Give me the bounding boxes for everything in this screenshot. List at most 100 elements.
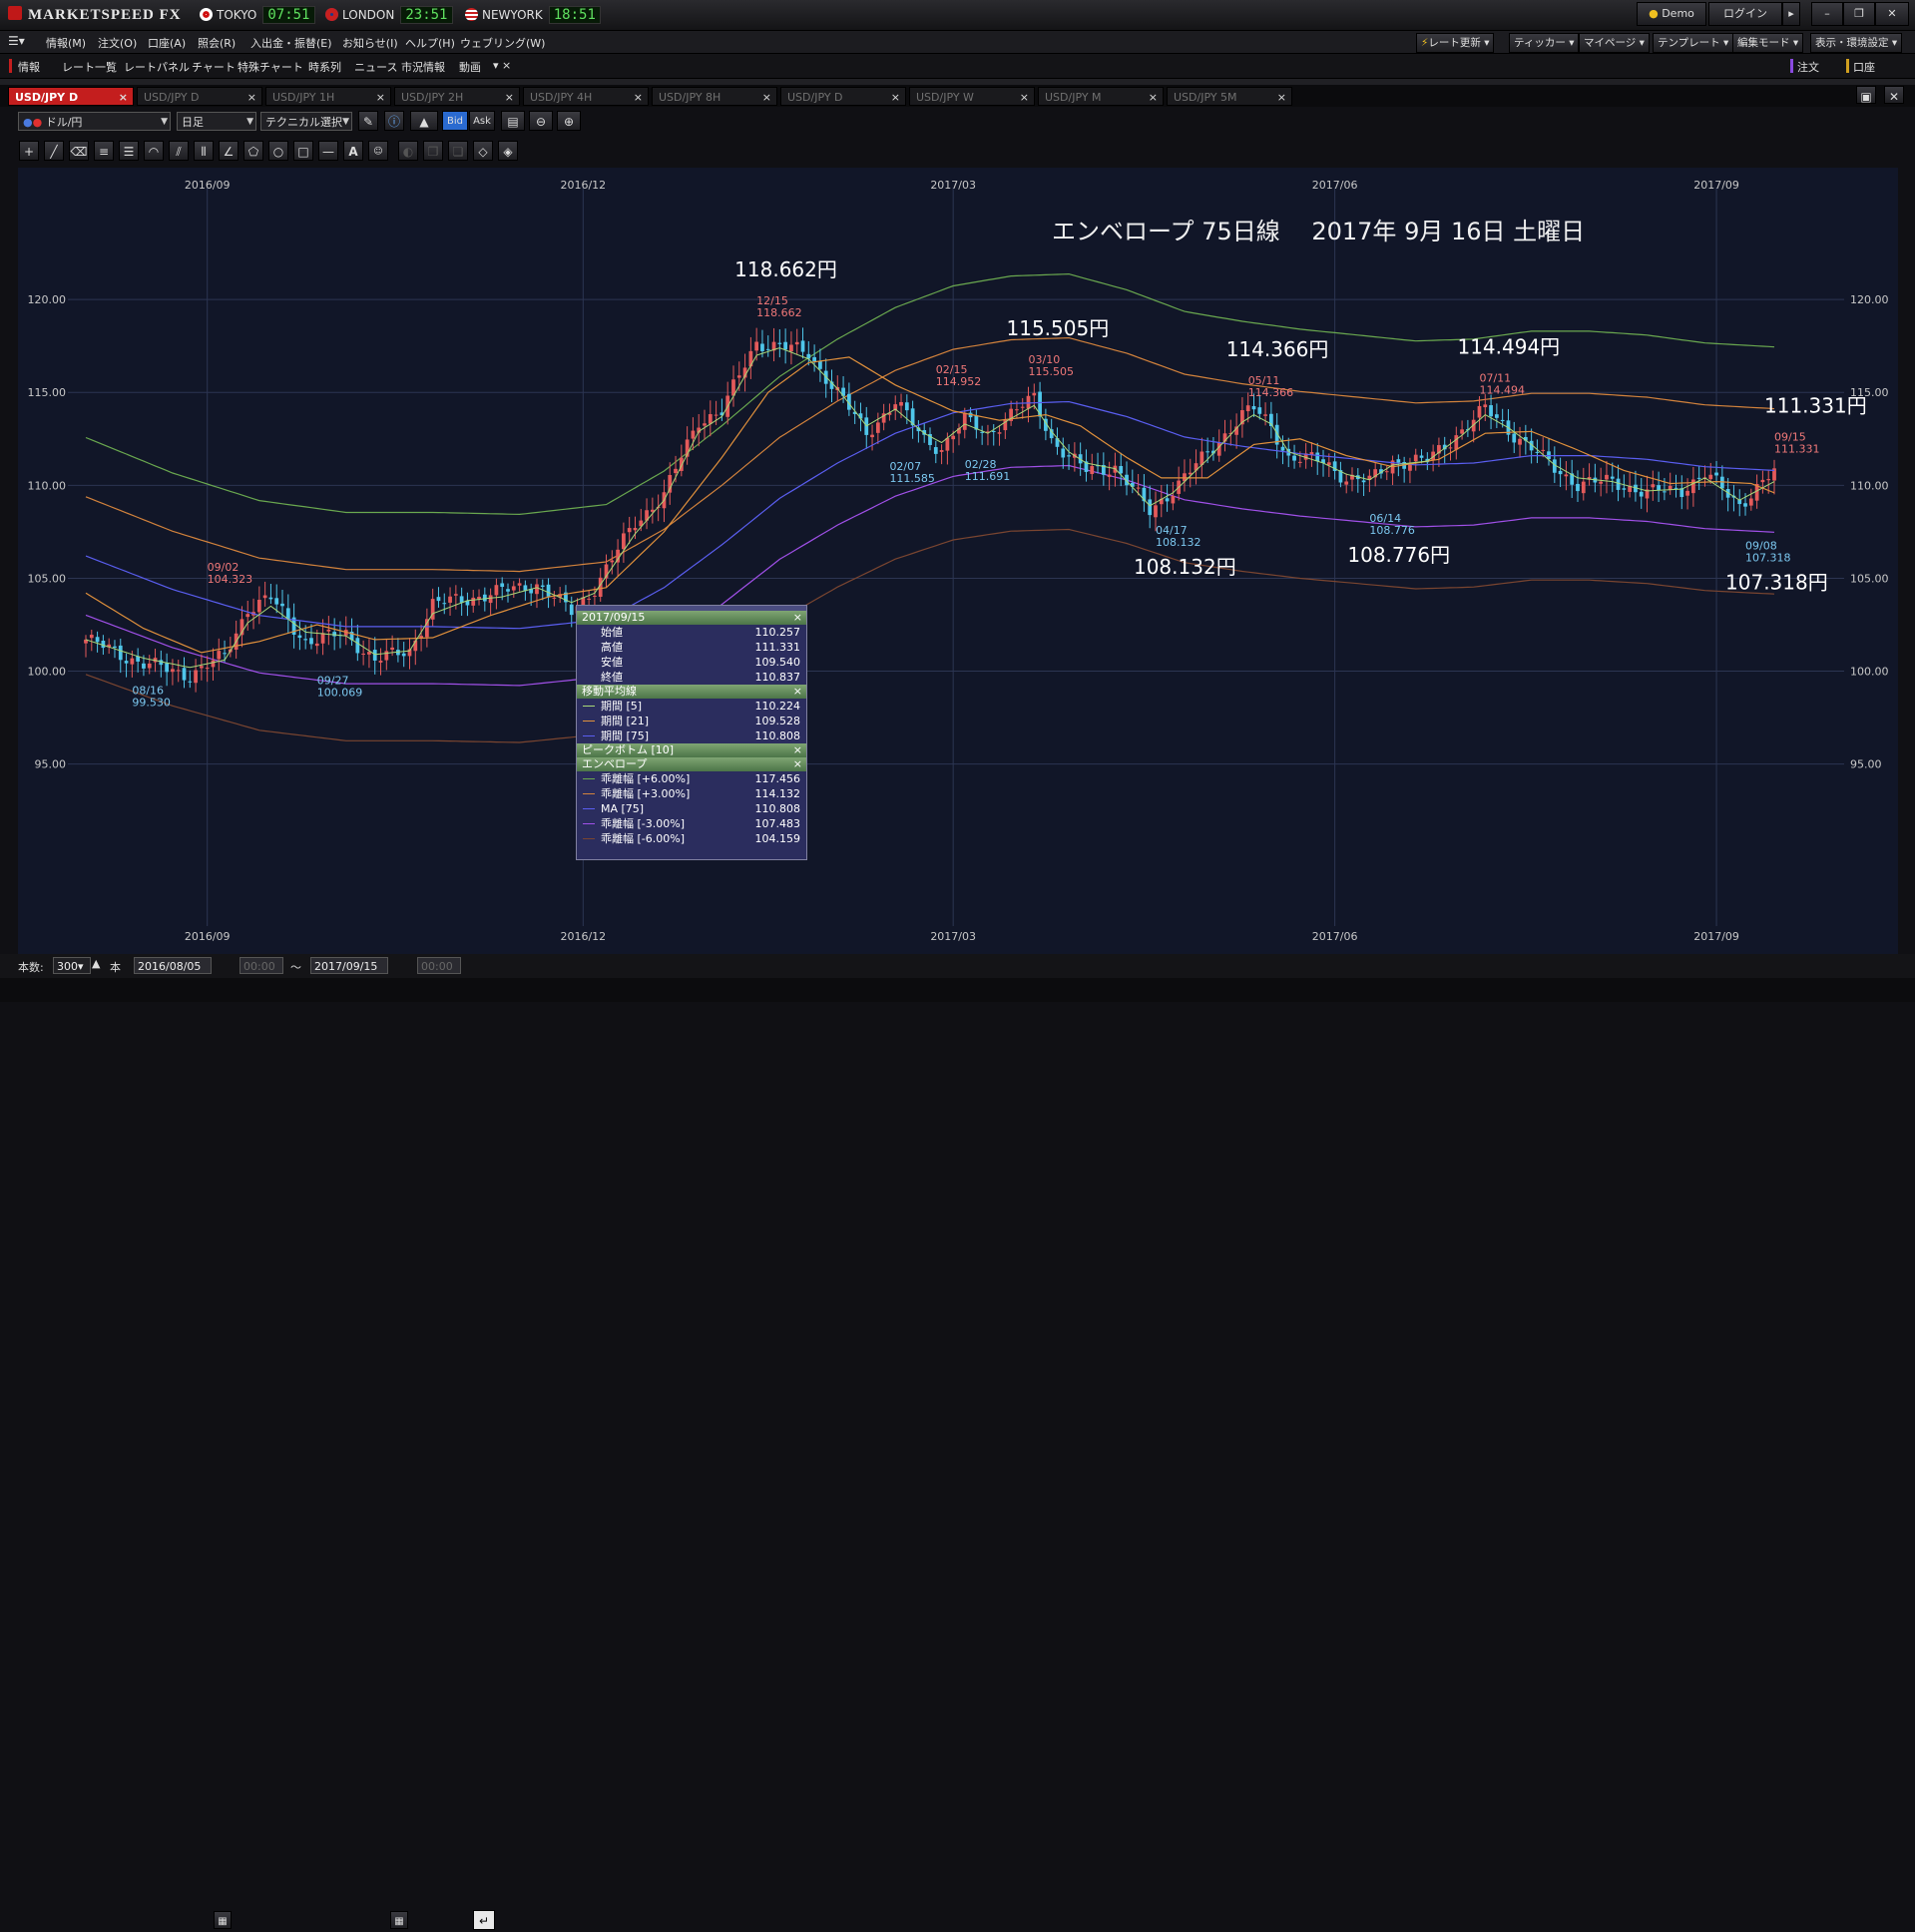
quick-item-order[interactable]: 注文	[1797, 59, 1819, 75]
quick-item-special-chart[interactable]: 特殊チャート	[238, 59, 303, 75]
trendline-tool-icon[interactable]: ╱	[44, 141, 64, 161]
bid-button[interactable]: Bid	[442, 111, 468, 131]
fan-tool-icon[interactable]: ⫽	[169, 141, 189, 161]
from-date-input[interactable]: 2016/08/05	[134, 957, 212, 974]
tab-usdjpy-5m[interactable]: USD/JPY 5M ×	[1167, 87, 1292, 106]
quick-more-icon[interactable]: ▾ ×	[493, 59, 511, 72]
quick-item-info[interactable]: 情報	[18, 59, 40, 75]
minimize-button[interactable]: –	[1811, 2, 1843, 26]
info-icon[interactable]: ⓘ	[384, 111, 404, 131]
copy-tool-icon[interactable]: ❐	[423, 141, 443, 161]
delete-tool-icon[interactable]: ◇	[473, 141, 493, 161]
tab-usdjpy-4h[interactable]: USD/JPY 4H ×	[523, 87, 649, 106]
area-chart-icon[interactable]: ▲	[410, 111, 438, 131]
close-tab-icon[interactable]: ×	[376, 88, 385, 107]
eraser-tool-icon[interactable]: ⌫	[69, 141, 89, 161]
quick-item-market-info[interactable]: 市況情報	[401, 59, 445, 75]
zoom-in-icon[interactable]: ⊕	[557, 111, 581, 131]
from-time-input[interactable]: 00:00	[239, 957, 283, 974]
ticker-button[interactable]: ティッカー ▾	[1509, 33, 1580, 53]
close-tab-icon[interactable]: ×	[634, 88, 643, 107]
close-icon[interactable]: ×	[793, 685, 802, 699]
demo-button[interactable]: ● Demo	[1637, 2, 1706, 26]
angle-tool-icon[interactable]: ∠	[219, 141, 239, 161]
icon-tool-icon[interactable]: ☺	[368, 141, 388, 161]
delete-all-tool-icon[interactable]: ◈	[498, 141, 518, 161]
template-button[interactable]: テンプレート ▾	[1653, 33, 1734, 53]
horizontal-lines-tool-icon[interactable]: ≡	[94, 141, 114, 161]
circle-tool-icon[interactable]: ○	[268, 141, 288, 161]
close-tab-icon[interactable]: ×	[247, 88, 256, 107]
tab-usdjpy-2h[interactable]: USD/JPY 2H ×	[394, 87, 520, 106]
menu-item-notice[interactable]: お知らせ(I)	[342, 35, 398, 51]
close-icon[interactable]: ×	[793, 757, 802, 771]
menu-item-info[interactable]: 情報(M)	[46, 35, 86, 51]
ask-button[interactable]: Ask	[469, 111, 495, 131]
display-settings-button[interactable]: 表示・環境設定 ▾	[1810, 33, 1903, 53]
tab-usdjpy-1h[interactable]: USD/JPY 1H ×	[265, 87, 391, 106]
menu-item-order[interactable]: 注文(O)	[98, 35, 137, 51]
data-window[interactable]: 2017/09/15 × 始値 110.257 高値 111.331 安値 109.54…	[576, 605, 807, 860]
tab-usdjpy-8h[interactable]: USD/JPY 8H ×	[652, 87, 777, 106]
close-tab-icon[interactable]: ×	[119, 88, 128, 107]
currency-pair-select[interactable]: ●● ドル/円 ▼	[18, 112, 171, 131]
menu-item-account[interactable]: 口座(A)	[148, 35, 186, 51]
count-select[interactable]: 300▾	[53, 957, 91, 974]
arc-tool-icon[interactable]: ◠	[144, 141, 164, 161]
menu-item-help[interactable]: ヘルプ(H)	[405, 35, 455, 51]
pentagon-tool-icon[interactable]: ⬠	[243, 141, 263, 161]
price-chart[interactable]: 95.00 95.00 100.00 100.00 105.00 105.00 110.00…	[18, 168, 1898, 955]
close-tab-icon[interactable]: ×	[505, 88, 514, 107]
close-tab-icon[interactable]: ×	[1149, 88, 1158, 107]
quick-item-rate-panel[interactable]: レートパネル	[124, 59, 190, 75]
tab-usdjpy-d[interactable]: USD/JPY D ×	[137, 87, 262, 106]
tab-usdjpy-d-active[interactable]: USD/JPY D ×	[8, 87, 134, 106]
period-select[interactable]: 日足 ▼	[177, 112, 256, 131]
close-chart-icon[interactable]: ✕	[1884, 86, 1904, 104]
crosshair-tool-icon[interactable]: +	[19, 141, 39, 161]
tab-usdjpy-d2[interactable]: USD/JPY D ×	[780, 87, 906, 106]
close-tab-icon[interactable]: ×	[762, 88, 771, 107]
menu-item-webring[interactable]: ウェブリング(W)	[460, 35, 545, 51]
close-icon[interactable]: ×	[793, 611, 802, 625]
mypage-button[interactable]: マイページ ▾	[1579, 33, 1650, 53]
count-stepper-icon[interactable]: ▲	[92, 957, 100, 970]
rate-update-button[interactable]: ⚡レート更新 ▾	[1416, 33, 1495, 53]
quick-item-timeseries[interactable]: 時系列	[308, 59, 341, 75]
pen-icon[interactable]: ✎	[358, 111, 378, 131]
close-icon[interactable]: ×	[793, 743, 802, 757]
fibonacci-tool-icon[interactable]: ☰	[119, 141, 139, 161]
close-window-button[interactable]: ✕	[1875, 2, 1909, 26]
text-tool-icon[interactable]: A	[343, 141, 363, 161]
calendar-icon[interactable]: ▦	[214, 1911, 232, 1929]
restore-button[interactable]: ❐	[1843, 2, 1875, 26]
close-tab-icon[interactable]: ×	[1020, 88, 1029, 107]
hline-tool-icon[interactable]: —	[318, 141, 338, 161]
chart-settings-icon[interactable]: ▤	[501, 111, 525, 131]
close-tab-icon[interactable]: ×	[1277, 88, 1286, 107]
paste-tool-icon[interactable]: ❏	[448, 141, 468, 161]
menu-item-inquiry[interactable]: 照会(R)	[198, 35, 236, 51]
zoom-out-icon[interactable]: ⊖	[529, 111, 553, 131]
menu-toggle-icon[interactable]: ☰▾	[8, 34, 25, 48]
edit-mode-button[interactable]: 編集モード ▾	[1732, 33, 1804, 53]
quick-item-chart[interactable]: チャート	[192, 59, 236, 75]
maximize-chart-icon[interactable]: ▣	[1856, 86, 1876, 104]
menu-item-deposit[interactable]: 入出金・振替(E)	[250, 35, 332, 51]
login-button[interactable]: ログイン	[1708, 2, 1782, 26]
undo-tool-icon[interactable]: ◐	[398, 141, 418, 161]
login-arrow-icon[interactable]: ▸	[1782, 2, 1800, 26]
quick-item-video[interactable]: 動画	[459, 59, 481, 75]
calendar-icon[interactable]: ▦	[390, 1911, 408, 1929]
quick-item-news[interactable]: ニュース	[354, 59, 397, 75]
tab-usdjpy-m[interactable]: USD/JPY M ×	[1038, 87, 1164, 106]
close-tab-icon[interactable]: ×	[891, 88, 900, 107]
to-time-input[interactable]: 00:00	[417, 957, 461, 974]
rectangle-tool-icon[interactable]: □	[293, 141, 313, 161]
apply-range-icon[interactable]: ↵	[473, 1910, 495, 1930]
to-date-input[interactable]: 2017/09/15	[310, 957, 388, 974]
tab-usdjpy-w[interactable]: USD/JPY W ×	[909, 87, 1035, 106]
quick-item-rate-list[interactable]: レート一覧	[62, 59, 117, 75]
technical-select[interactable]: テクニカル選択 ▼	[260, 112, 352, 131]
quick-item-account[interactable]: 口座	[1853, 59, 1875, 75]
